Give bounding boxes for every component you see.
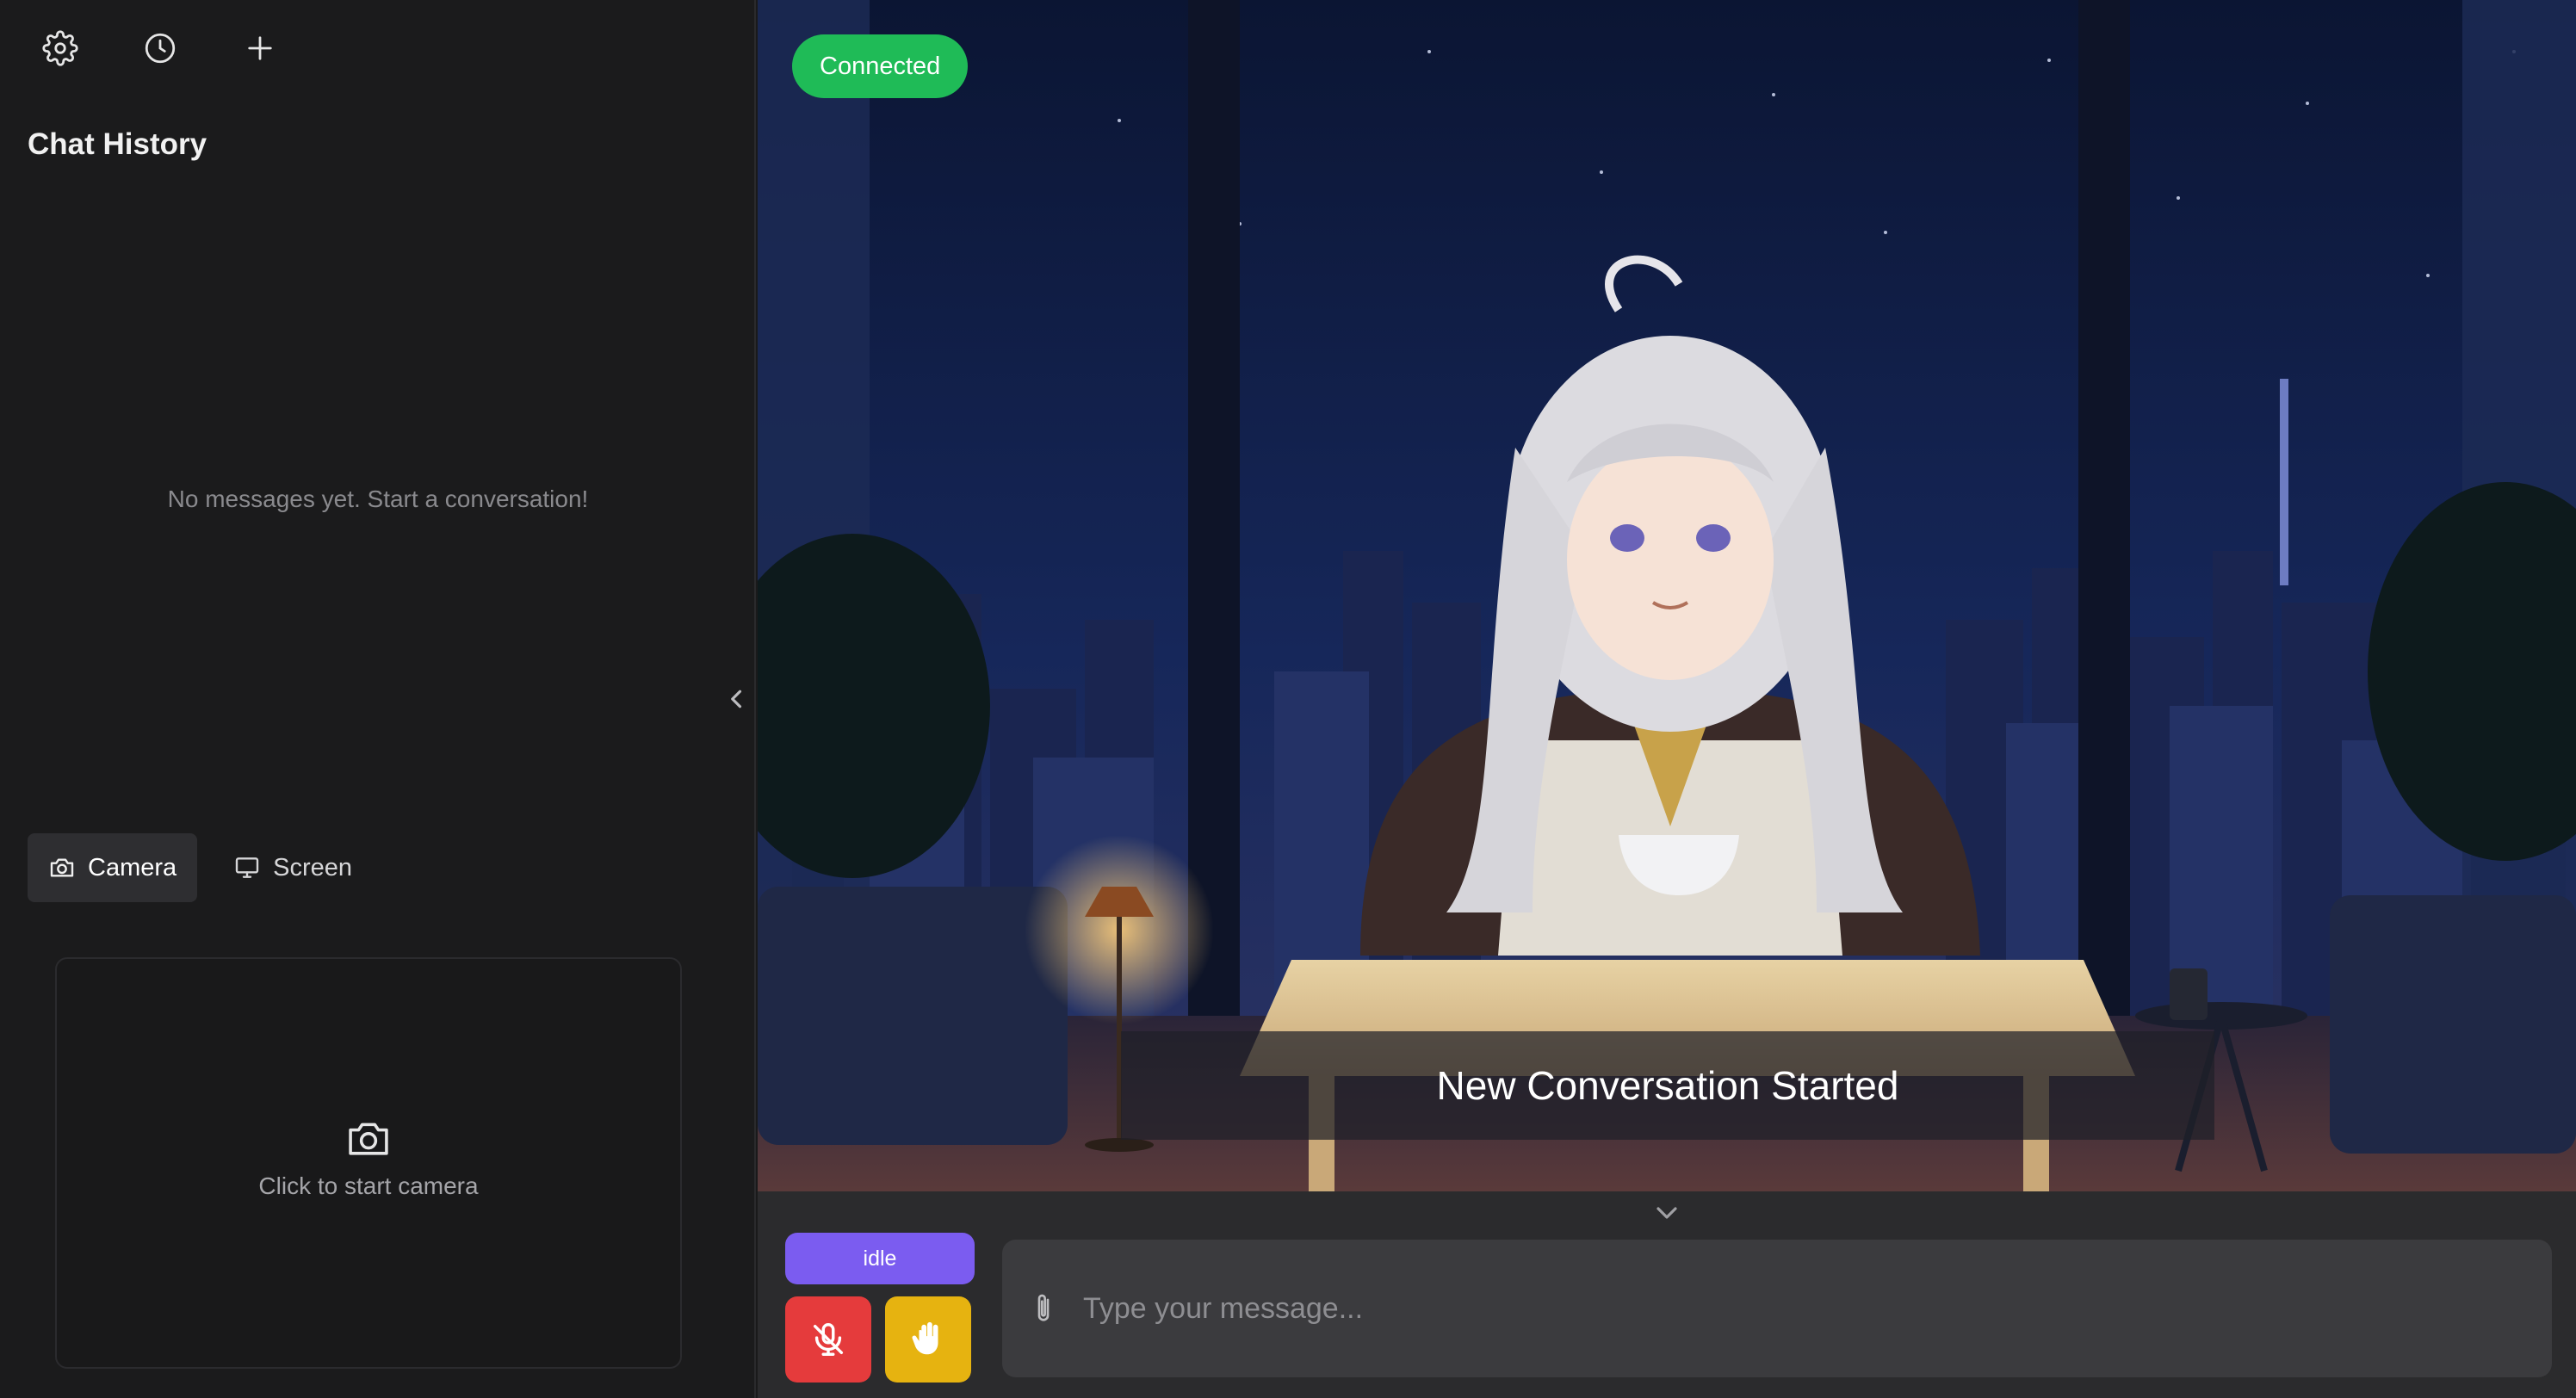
app-root: Chat History No messages yet. Start a co…: [0, 0, 2576, 1398]
mic-off-icon: [813, 1323, 844, 1356]
chevron-down-icon[interactable]: [1653, 1203, 1681, 1224]
history-button[interactable]: [134, 26, 186, 71]
gear-icon: [42, 30, 78, 66]
message-composer: [1002, 1240, 2552, 1377]
tab-screen-label: Screen: [273, 853, 353, 881]
connection-status-badge: Connected: [792, 34, 969, 98]
tab-screen[interactable]: Screen: [213, 833, 373, 902]
paperclip-icon[interactable]: [1028, 1291, 1059, 1326]
sidebar: Chat History No messages yet. Start a co…: [0, 0, 756, 1398]
monitor-icon: [235, 857, 259, 878]
message-input[interactable]: [1083, 1240, 2552, 1377]
camera-prompt: Click to start camera: [258, 1172, 479, 1199]
camera-icon: [349, 1123, 388, 1155]
plus-icon: [248, 36, 272, 60]
tab-camera[interactable]: Camera: [28, 833, 198, 902]
sidebar-toolbar: [34, 26, 286, 71]
empty-chat-message: No messages yet. Start a conversation!: [167, 486, 589, 512]
tab-camera-label: Camera: [88, 853, 177, 881]
new-chat-button[interactable]: [234, 26, 286, 71]
history-clock-icon: [145, 33, 176, 64]
chevron-left-icon: [731, 690, 742, 708]
background-scene: [758, 0, 2576, 1191]
collapse-sidebar-button[interactable]: [721, 680, 752, 718]
subtitle-caption: New Conversation Started: [1121, 1031, 2214, 1140]
settings-button[interactable]: [34, 26, 86, 71]
camera-icon: [50, 858, 74, 877]
input-panel: idle: [758, 1191, 2576, 1398]
chat-history-title: Chat History: [28, 127, 207, 161]
hand-icon: [912, 1321, 938, 1355]
character-stage: Connected New Conversation Started: [758, 0, 2576, 1191]
media-tabs: Camera Screen: [28, 833, 373, 902]
ai-state-badge: idle: [785, 1233, 975, 1284]
interrupt-button[interactable]: [885, 1296, 971, 1383]
camera-preview[interactable]: Click to start camera: [55, 957, 682, 1369]
mic-toggle-button[interactable]: [785, 1296, 871, 1383]
